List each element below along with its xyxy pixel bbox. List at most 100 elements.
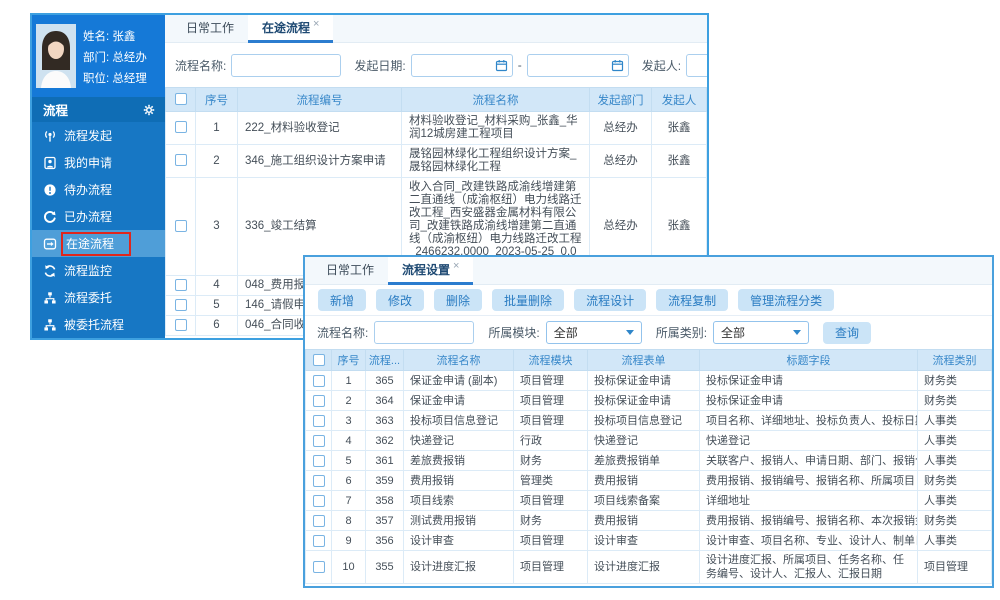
sidebar-item-process-monitor[interactable]: 流程监控 xyxy=(32,257,165,284)
table-row: 3 363 投标项目信息登记 项目管理 投标项目信息登记 项目名称、详细地址、投… xyxy=(306,411,992,431)
date-separator: - xyxy=(518,58,522,72)
column-header: 流程类别 xyxy=(918,350,992,371)
sidebar-item-done-processes[interactable]: 已办流程 xyxy=(32,203,165,230)
sidebar-item-label: 待办流程 xyxy=(64,181,112,198)
sidebar: 姓名: 张鑫 部门: 总经办 职位: 总经理 流程 xyxy=(32,15,165,338)
row-checkbox[interactable] xyxy=(313,435,325,447)
gear-icon[interactable] xyxy=(143,104,155,116)
sidebar-section-header: 流程 xyxy=(32,97,165,122)
table-row: 2 346_施工组织设计方案申请 晟铭园林绿化工程组织设计方案_晟铭园林绿化工程… xyxy=(166,145,707,178)
start-date-label: 发起日期: xyxy=(354,57,405,74)
user-profile: 姓名: 张鑫 部门: 总经办 职位: 总经理 xyxy=(32,15,165,97)
module-select[interactable]: 全部 xyxy=(546,321,642,344)
process-settings-window: 日常工作 流程设置× 新增 修改 删除 批量删除 流程设计 流程复制 管理流程分… xyxy=(303,255,994,588)
in-transit-icon xyxy=(43,237,57,251)
table-row: 8 357 测试费用报销 财务 费用报销 费用报销、报销编号、报销名称、本次报销… xyxy=(306,511,992,531)
org-tree-icon xyxy=(43,318,57,332)
select-all-checkbox[interactable] xyxy=(313,354,325,366)
sidebar-item-process-initiate[interactable]: 流程发起 xyxy=(32,122,165,149)
category-label: 所属类别: xyxy=(656,324,707,341)
sidebar-item-delegated-processes[interactable]: 被委托流程 xyxy=(32,311,165,338)
table-row: 1 222_材料验收登记 材料验收登记_材料采购_张鑫_华润12城房建工程项目 … xyxy=(166,112,707,145)
org-tree-icon xyxy=(43,291,57,305)
calendar-icon xyxy=(495,59,508,72)
tab-close-icon[interactable]: × xyxy=(453,260,459,272)
redo-arrow-icon xyxy=(43,210,57,224)
row-checkbox[interactable] xyxy=(313,561,325,573)
table-row: 6 359 费用报销 管理类 费用报销 费用报销、报销编号、报销名称、所属项目 … xyxy=(306,471,992,491)
batch-delete-button[interactable]: 批量删除 xyxy=(492,289,564,311)
user-card-icon xyxy=(43,156,57,170)
row-checkbox[interactable] xyxy=(175,220,187,232)
select-all-checkbox[interactable] xyxy=(175,93,187,105)
tab-bar: 日常工作 在途流程× xyxy=(165,15,707,43)
column-header: 标题字段 xyxy=(700,350,918,371)
toolbar: 新增 修改 删除 批量删除 流程设计 流程复制 管理流程分类 xyxy=(305,285,992,316)
column-header: 流程表单 xyxy=(588,350,700,371)
add-button[interactable]: 新增 xyxy=(318,289,366,311)
tab-process-settings[interactable]: 流程设置× xyxy=(388,257,473,284)
sidebar-item-todo-processes[interactable]: 待办流程 xyxy=(32,176,165,203)
table-row: 10 355 设计进度汇报 项目管理 设计进度汇报 设计进度汇报、所属项目、任务… xyxy=(306,551,992,584)
column-header: 发起人 xyxy=(652,88,707,112)
column-header: 流程... xyxy=(366,350,404,371)
row-checkbox[interactable] xyxy=(313,415,325,427)
row-checkbox[interactable] xyxy=(175,154,187,166)
row-checkbox[interactable] xyxy=(313,475,325,487)
table-row: 5 361 差旅费报销 财务 差旅费报销单 关联客户、报销人、申请日期、部门、报… xyxy=(306,451,992,471)
row-checkbox[interactable] xyxy=(175,121,187,133)
sidebar-item-label: 流程监控 xyxy=(64,262,112,279)
search-button[interactable]: 查询 xyxy=(823,322,871,344)
row-checkbox[interactable] xyxy=(175,319,187,331)
process-name-input[interactable] xyxy=(374,321,474,344)
sidebar-item-label: 我的申请 xyxy=(64,154,112,171)
tab-daily-work[interactable]: 日常工作 xyxy=(312,257,388,284)
sync-icon xyxy=(43,264,57,278)
row-checkbox[interactable] xyxy=(313,375,325,387)
module-label: 所属模块: xyxy=(488,324,539,341)
sidebar-item-my-applications[interactable]: 我的申请 xyxy=(32,149,165,176)
edit-button[interactable]: 修改 xyxy=(376,289,424,311)
calendar-icon xyxy=(611,59,624,72)
sidebar-item-label: 流程发起 xyxy=(64,127,112,144)
row-checkbox[interactable] xyxy=(313,455,325,467)
tab-in-transit-process[interactable]: 在途流程× xyxy=(248,15,333,42)
process-settings-table: 序号 流程... 流程名称 流程模块 流程表单 标题字段 流程类别 1 365 … xyxy=(305,349,992,584)
initiator-input[interactable] xyxy=(686,54,707,77)
row-checkbox[interactable] xyxy=(313,395,325,407)
column-header: 序号 xyxy=(196,88,238,112)
red-highlight-box: 在途流程 xyxy=(61,232,131,256)
table-row: 4 362 快递登记 行政 快递登记 快递登记 人事类 xyxy=(306,431,992,451)
initiator-label: 发起人: xyxy=(642,57,681,74)
tab-close-icon[interactable]: × xyxy=(313,18,319,30)
sidebar-item-label: 已办流程 xyxy=(64,208,112,225)
sidebar-item-label: 流程委托 xyxy=(64,289,112,306)
row-checkbox[interactable] xyxy=(313,495,325,507)
table-row: 7 358 项目线索 项目管理 项目线索备案 详细地址 人事类 xyxy=(306,491,992,511)
category-select[interactable]: 全部 xyxy=(713,321,809,344)
process-copy-button[interactable]: 流程复制 xyxy=(656,289,728,311)
column-header: 流程模块 xyxy=(514,350,588,371)
profile-position: 职位: 总经理 xyxy=(83,69,147,90)
broadcast-icon xyxy=(43,129,57,143)
sidebar-item-in-transit-processes[interactable]: 在途流程 xyxy=(32,230,165,257)
table-row: 1 365 保证金申请 (副本) 项目管理 投标保证金申请 投标保证金申请 财务… xyxy=(306,371,992,391)
profile-department: 部门: 总经办 xyxy=(83,48,147,69)
process-design-button[interactable]: 流程设计 xyxy=(574,289,646,311)
table-row: 2 364 保证金申请 项目管理 投标保证金申请 投标保证金申请 财务类 xyxy=(306,391,992,411)
manage-process-category-button[interactable]: 管理流程分类 xyxy=(738,289,834,311)
row-checkbox[interactable] xyxy=(175,299,187,311)
row-checkbox[interactable] xyxy=(313,535,325,547)
sidebar-item-process-delegate[interactable]: 流程委托 xyxy=(32,284,165,311)
row-checkbox[interactable] xyxy=(175,279,187,291)
process-name-input[interactable] xyxy=(231,54,341,77)
sidebar-item-label: 在途流程 xyxy=(66,237,114,251)
search-filter-bar: 流程名称: 所属模块: 全部 所属类别: 全部 查询 xyxy=(305,316,992,349)
delete-button[interactable]: 删除 xyxy=(434,289,482,311)
row-checkbox[interactable] xyxy=(313,515,325,527)
search-filter-bar: 流程名称: 发起日期: - 发起人: xyxy=(165,43,707,87)
tab-daily-work[interactable]: 日常工作 xyxy=(172,15,248,42)
sidebar-item-label: 被委托流程 xyxy=(64,316,124,333)
column-header: 流程名称 xyxy=(404,350,514,371)
chevron-down-icon xyxy=(793,330,801,335)
